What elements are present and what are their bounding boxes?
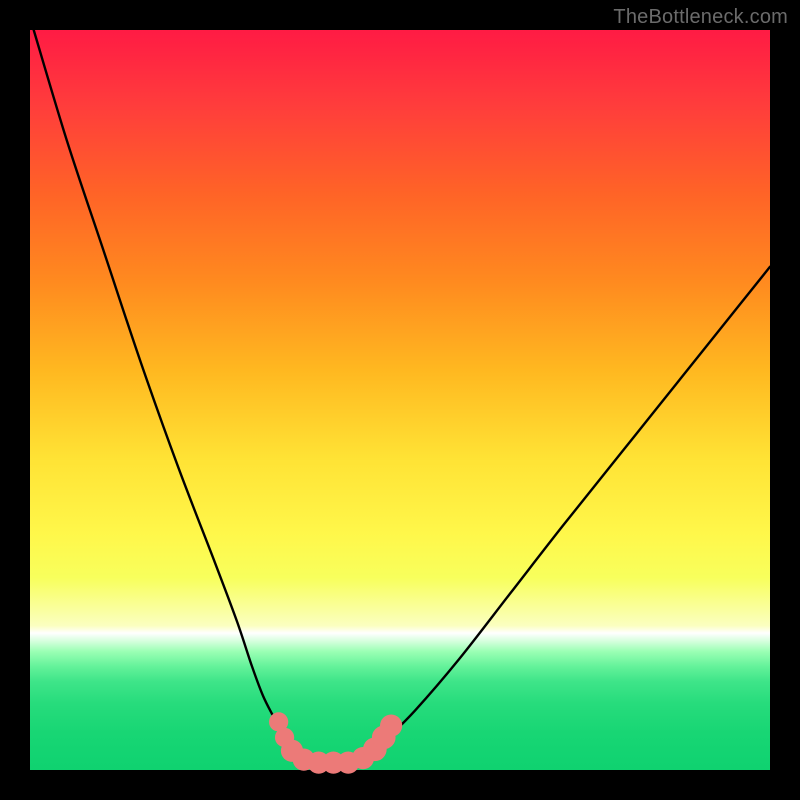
chart-frame: TheBottleneck.com [0,0,800,800]
bottleneck-curve [34,30,770,763]
valley-markers [269,712,402,773]
plot-area [30,30,770,770]
curve-layer [30,30,770,770]
bottleneck-curve-path [34,30,770,763]
watermark-text: TheBottleneck.com [613,6,788,29]
valley-marker [380,715,402,737]
